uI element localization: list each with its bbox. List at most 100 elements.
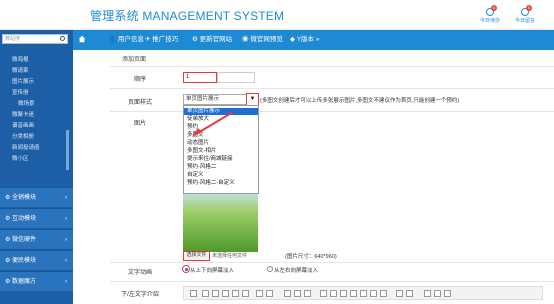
intro-label: 下/左文字介绍 bbox=[121, 292, 159, 298]
sidebar-sub-item[interactable]: 图片展示 bbox=[12, 77, 34, 87]
dropdown-option[interactable]: 预约-风格二 bbox=[187, 164, 216, 171]
todo-badge: 0 bbox=[491, 5, 497, 11]
dropdown-option[interactable]: 预约-风格二-自定义 bbox=[187, 180, 235, 187]
undo-icon[interactable] bbox=[256, 290, 263, 297]
dropdown-option[interactable]: 多图文-相片 bbox=[187, 148, 216, 155]
section-label: 全销模块 bbox=[12, 195, 37, 201]
sidebar-sub-item[interactable]: 微小区 bbox=[12, 154, 29, 164]
sidebar-sub-item[interactable]: 宣传册 bbox=[12, 88, 29, 98]
page-style-label: 页面样式 bbox=[127, 100, 152, 106]
divider bbox=[110, 66, 554, 67]
maximize-icon[interactable] bbox=[396, 290, 403, 297]
nav-item-version[interactable]: ◆ Y版本 » bbox=[290, 30, 319, 50]
section-label: 微信硬件 bbox=[12, 237, 37, 243]
anim-option-label: 从左右向屏幕淡入 bbox=[274, 268, 319, 274]
editor-toolbar bbox=[183, 286, 543, 300]
annotation-arrow bbox=[192, 111, 234, 137]
divider bbox=[110, 88, 554, 89]
image-size-hint: (图片尺寸：640*960) bbox=[285, 254, 337, 260]
sidebar-sub-item[interactable]: 微场景 bbox=[18, 99, 35, 109]
sidebar-section-service[interactable]: ⚙ 便民模块 › bbox=[0, 250, 73, 270]
choose-file-button[interactable]: 选择文件 bbox=[183, 251, 210, 261]
sidebar-section-data[interactable]: ⚙ 数据魔方 › bbox=[0, 271, 73, 291]
sidebar-sub-item[interactable]: 新闻投请函 bbox=[12, 143, 40, 153]
source-icon[interactable] bbox=[190, 290, 197, 297]
image-icon[interactable] bbox=[320, 290, 327, 297]
unlink-icon[interactable] bbox=[294, 290, 301, 297]
page-style-hint: (多图文创建后才可以上传多张展示图片,多图文不建议作为首页,只能创建一个预约) bbox=[260, 98, 460, 104]
table-icon[interactable] bbox=[340, 290, 347, 297]
pagebreak-icon[interactable] bbox=[380, 290, 387, 297]
nav-item-promo-tips[interactable]: ✈ 推广技巧 bbox=[145, 30, 178, 50]
divider bbox=[110, 262, 554, 263]
todo-link[interactable]: 0 今日待办 bbox=[480, 5, 500, 27]
sidebar-sub-item[interactable]: 微请柬 bbox=[12, 66, 29, 76]
paste-icon[interactable] bbox=[222, 290, 229, 297]
message-icon: 0 bbox=[521, 5, 532, 16]
chevron-right-icon: › bbox=[65, 258, 67, 264]
messages-label: 今日留言 bbox=[515, 18, 536, 24]
sidebar-scrollbar[interactable] bbox=[66, 130, 69, 170]
user-icon: 0 bbox=[486, 5, 497, 16]
messages-link[interactable]: 0 今日留言 bbox=[515, 5, 535, 27]
dropdown-option[interactable]: 提示来往/商城链接 bbox=[187, 156, 233, 163]
chevron-right-icon: › bbox=[65, 279, 67, 285]
divider bbox=[110, 281, 554, 282]
sidebar-section-marketing[interactable]: ⚙ 全销模块 › bbox=[0, 187, 73, 207]
bold-icon[interactable] bbox=[424, 290, 431, 297]
nav-item-update-site[interactable]: ⚙ 更新官网站 bbox=[192, 30, 232, 50]
chevron-right-icon: › bbox=[65, 195, 67, 201]
anim-radio-horizontal[interactable] bbox=[267, 266, 273, 272]
section-label: 便民模块 bbox=[12, 258, 37, 264]
dropdown-option[interactable]: 自定义 bbox=[187, 172, 204, 179]
order-input[interactable]: 1 bbox=[183, 72, 217, 83]
radio-dot bbox=[184, 267, 188, 271]
italic-icon[interactable] bbox=[434, 290, 441, 297]
nav-item-user-info[interactable]: 👤 用户信息 bbox=[108, 30, 144, 50]
file-status: 未选择任何文件 bbox=[212, 253, 248, 259]
redo-icon[interactable] bbox=[266, 290, 273, 297]
special-char-icon[interactable] bbox=[370, 290, 377, 297]
sidebar-section-hardware[interactable]: ⚙ 微信硬件 › bbox=[0, 229, 73, 249]
todo-label: 今日待办 bbox=[480, 18, 501, 24]
anim-option-label: 从上下向屏幕淡入 bbox=[190, 268, 235, 274]
sidebar-section-interaction[interactable]: ⚙ 互动模块 › bbox=[0, 208, 73, 228]
hr-icon[interactable] bbox=[350, 290, 357, 297]
copy-icon[interactable] bbox=[212, 290, 219, 297]
sidebar-sub-item[interactable]: 微海报 bbox=[12, 55, 29, 65]
dropdown-option[interactable]: 动态图片 bbox=[187, 140, 209, 147]
sidebar-sub-item[interactable]: 分类相册 bbox=[12, 132, 34, 142]
nav-label: 更新官网站 bbox=[199, 36, 233, 43]
section-label: 数据魔方 bbox=[12, 279, 37, 285]
order-label: 顺序 bbox=[133, 77, 146, 83]
cut-icon[interactable] bbox=[202, 290, 209, 297]
sidebar-sub-item[interactable]: 微聚卡迷 bbox=[12, 110, 34, 120]
show-blocks-icon[interactable] bbox=[406, 290, 413, 297]
nav-label: Y版本 » bbox=[296, 36, 320, 43]
anim-radio-vertical[interactable] bbox=[182, 265, 190, 273]
text-animation-label: 文字动画 bbox=[127, 270, 152, 276]
messages-badge: 0 bbox=[526, 5, 532, 11]
section-title: 添加页面 bbox=[122, 57, 147, 63]
nav-item-preview[interactable]: ◉ 微官网预览 bbox=[242, 30, 283, 50]
paste-text-icon[interactable] bbox=[232, 290, 239, 297]
anchor-icon[interactable] bbox=[304, 290, 311, 297]
link-icon[interactable] bbox=[284, 290, 291, 297]
home-icon[interactable] bbox=[78, 35, 86, 43]
sidebar-search-input[interactable]: 微站搜 bbox=[2, 34, 68, 44]
divider bbox=[110, 111, 554, 112]
system-title: 管理系统 MANAGEMENT SYSTEM bbox=[90, 9, 285, 23]
flash-icon[interactable] bbox=[330, 290, 337, 297]
strike-icon[interactable] bbox=[444, 290, 451, 297]
section-label: 互动模块 bbox=[12, 216, 37, 222]
image-label: 图片 bbox=[133, 121, 146, 127]
nav-label: 微官网预览 bbox=[250, 36, 283, 43]
smiley-icon[interactable] bbox=[360, 290, 367, 297]
nav-label: 用户信息 bbox=[117, 36, 144, 43]
sidebar-sub-item[interactable]: 谱音画画 bbox=[12, 121, 34, 131]
paste-word-icon[interactable] bbox=[242, 290, 249, 297]
nav-label: 推广技巧 bbox=[152, 36, 179, 43]
chevron-right-icon: › bbox=[65, 216, 67, 222]
order-input-extra[interactable] bbox=[217, 72, 255, 83]
search-icon[interactable] bbox=[60, 36, 65, 41]
